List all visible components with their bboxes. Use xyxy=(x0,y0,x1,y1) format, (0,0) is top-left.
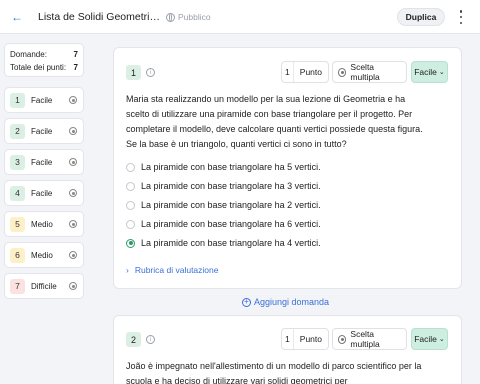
difficulty-value: Facile xyxy=(414,67,437,77)
question-number-badge: 1 xyxy=(126,65,141,80)
questions-count-label: Domande: xyxy=(10,50,47,59)
question-number-badge: 6 xyxy=(10,247,25,263)
points-field[interactable]: 1 Punto xyxy=(281,328,329,350)
chevron-down-icon: ⌄ xyxy=(438,69,445,76)
difficulty-label: Facile xyxy=(31,157,53,167)
sidebar-question-1[interactable]: 1 Facile xyxy=(4,87,84,113)
radio-type-icon xyxy=(338,67,347,77)
radio-dot-icon xyxy=(69,96,77,104)
question-type-selector[interactable]: Scelta multipla xyxy=(332,61,407,83)
info-icon[interactable]: i xyxy=(146,68,155,77)
answer-text: La piramide con base triangolare ha 2 ve… xyxy=(141,200,321,210)
radio-type-icon xyxy=(338,334,347,344)
question-type-selector[interactable]: Scelta multipla xyxy=(332,328,407,350)
info-icon[interactable]: i xyxy=(146,335,155,344)
add-question-label: Aggiungi domanda xyxy=(254,297,330,307)
points-label: Punto xyxy=(299,334,322,344)
top-bar: ← Lista de Solidi Geometrici 3... Pubbli… xyxy=(0,0,480,34)
difficulty-label: Medio xyxy=(31,250,53,260)
answer-text: La piramide con base triangolare ha 3 ve… xyxy=(141,181,321,191)
add-question-button[interactable]: + Aggiungi domanda xyxy=(242,297,329,307)
answer-option-correct[interactable]: La piramide con base triangolare ha 4 ve… xyxy=(126,238,321,248)
answer-radio-selected[interactable] xyxy=(126,238,135,248)
total-points-label: Totale dei punti: xyxy=(10,63,67,72)
question-number-badge: 2 xyxy=(126,332,141,347)
radio-dot-icon xyxy=(69,127,77,135)
points-label: Punto xyxy=(299,67,322,77)
answer-radio[interactable] xyxy=(126,162,135,172)
answer-text: La piramide con base triangolare ha 4 ve… xyxy=(141,238,321,248)
answer-radio[interactable] xyxy=(126,181,135,191)
answer-option[interactable]: La piramide con base triangolare ha 3 ve… xyxy=(126,181,321,191)
visibility-label: Pubblico xyxy=(178,12,211,22)
question-text: João è impegnato nell'allestimento di un… xyxy=(126,361,422,384)
duplicate-button[interactable]: Duplica xyxy=(397,8,445,26)
difficulty-label: Facile xyxy=(31,126,53,136)
questions-count-value: 7 xyxy=(73,50,78,59)
sidebar-question-3[interactable]: 3 Facile xyxy=(4,149,84,175)
question-card-2: 2 i 1 Punto Scelta multipla Facile ⌄ Joã… xyxy=(113,315,462,384)
question-type-label: Scelta multipla xyxy=(350,329,380,349)
rubric-label: Rubrica di valutazione xyxy=(134,265,219,275)
difficulty-dropdown[interactable]: Facile ⌄ xyxy=(411,61,448,83)
points-field[interactable]: 1 Punto xyxy=(281,61,329,83)
answer-radio[interactable] xyxy=(126,219,135,229)
answer-option[interactable]: La piramide con base triangolare ha 2 ve… xyxy=(126,200,321,210)
sidebar-question-7[interactable]: 7 Difficile xyxy=(4,273,84,299)
question-number-badge: 3 xyxy=(10,154,25,170)
radio-dot-icon xyxy=(69,282,77,290)
summary-panel: Domande: 7 Totale dei punti: 7 xyxy=(4,43,84,77)
globe-icon xyxy=(166,12,175,22)
answer-option[interactable]: La piramide con base triangolare ha 5 ve… xyxy=(126,162,321,172)
question-text: Maria sta realizzando un modello per la … xyxy=(126,94,423,149)
difficulty-label: Difficile xyxy=(31,281,57,291)
question-number-badge: 1 xyxy=(10,92,25,108)
sidebar-question-5[interactable]: 5 Medio xyxy=(4,211,84,237)
sidebar-question-6[interactable]: 6 Medio xyxy=(4,242,84,268)
difficulty-dropdown[interactable]: Facile ⌄ xyxy=(411,328,448,350)
difficulty-value: Facile xyxy=(414,334,437,344)
difficulty-label: Facile xyxy=(31,95,53,105)
question-number-badge: 5 xyxy=(10,216,25,232)
radio-dot-icon xyxy=(69,220,77,228)
rubric-toggle[interactable]: › Rubrica di valutazione xyxy=(126,265,218,275)
answer-radio[interactable] xyxy=(126,200,135,210)
sidebar-question-4[interactable]: 4 Facile xyxy=(4,180,84,206)
question-number-badge: 2 xyxy=(10,123,25,139)
plus-circle-icon: + xyxy=(242,297,251,307)
chevron-down-icon: ⌄ xyxy=(438,336,445,343)
points-value: 1 xyxy=(282,329,294,349)
chevron-right-icon: › xyxy=(126,265,129,275)
difficulty-label: Facile xyxy=(31,188,53,198)
page-title: Lista de Solidi Geometrici 3... xyxy=(38,11,162,23)
more-options-icon[interactable] xyxy=(458,10,464,24)
points-value: 1 xyxy=(282,62,294,82)
radio-dot-icon xyxy=(69,189,77,197)
sidebar-question-2[interactable]: 2 Facile xyxy=(4,118,84,144)
answer-option[interactable]: La piramide con base triangolare ha 6 ve… xyxy=(126,219,321,229)
answer-text: La piramide con base triangolare ha 5 ve… xyxy=(141,162,321,172)
question-number-badge: 7 xyxy=(10,278,25,294)
back-arrow-icon[interactable]: ← xyxy=(10,10,24,24)
difficulty-label: Medio xyxy=(31,219,53,229)
question-number-badge: 4 xyxy=(10,185,25,201)
visibility-indicator: Pubblico xyxy=(166,12,211,22)
total-points-value: 7 xyxy=(73,63,78,72)
question-type-label: Scelta multipla xyxy=(350,62,380,82)
question-card-1: 1 i 1 Punto Scelta multipla Facile ⌄ Mar… xyxy=(113,47,462,289)
radio-dot-icon xyxy=(69,251,77,259)
answer-text: La piramide con base triangolare ha 6 ve… xyxy=(141,219,321,229)
radio-dot-icon xyxy=(69,158,77,166)
